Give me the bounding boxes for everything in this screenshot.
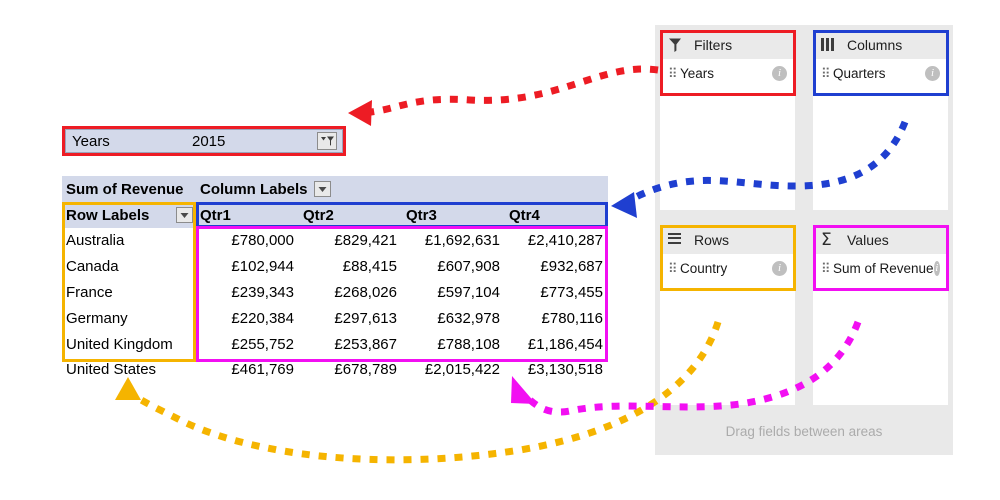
row-label-cell[interactable]: United Kingdom [62, 336, 196, 353]
field-chip-label: Years [680, 65, 715, 81]
data-cell: £3,130,518 [527, 361, 603, 379]
pivot-table: Sum of Revenue Column Labels Row Labels … [62, 176, 608, 383]
data-cell: £632,978 [437, 309, 500, 327]
connector-filters-arrowhead [348, 100, 372, 126]
field-chip-label: Country [680, 260, 728, 276]
table-row: United States £461,769 £678,789 £2,015,4… [62, 357, 608, 383]
sigma-icon: Σ [821, 229, 832, 250]
pivot-body: Australia £780,000 £829,421 £1,692,631 £… [62, 228, 608, 383]
hamburger-icon [668, 232, 688, 247]
row-labels-text: Row Labels [66, 206, 150, 224]
drag-fields-hint: Drag fields between areas [725, 423, 883, 439]
pivot-corner-label: Sum of Revenue [62, 176, 196, 202]
row-label-cell[interactable]: Germany [62, 310, 196, 327]
pivot-column-labels-header[interactable]: Column Labels [196, 176, 608, 202]
row-label-cell[interactable]: Canada [62, 258, 196, 275]
info-icon[interactable]: i [933, 260, 940, 276]
field-zone-filters-header: Filters [660, 30, 795, 59]
data-cell: £255,752 [231, 335, 294, 353]
data-cell: £788,108 [437, 335, 500, 353]
field-zone-title: Filters [694, 36, 733, 53]
data-cell: £220,384 [231, 309, 294, 327]
data-cell: £1,186,454 [527, 335, 603, 353]
years-filter-inner: Years 2015 [65, 129, 343, 153]
drag-grip-icon[interactable]: ⠿ [821, 67, 831, 80]
table-row: Australia £780,000 £829,421 £1,692,631 £… [62, 228, 608, 254]
table-row: Canada £102,944 £88,415 £607,908 £932,68… [62, 254, 608, 280]
pivot-col-header-qtr2[interactable]: Qtr2 [299, 202, 402, 228]
field-chip-quarters[interactable]: ⠿ Quarters i [813, 59, 948, 87]
data-cell: £253,867 [334, 335, 397, 353]
table-row: United Kingdom £255,752 £253,867 £788,10… [62, 331, 608, 357]
column-labels-text: Column Labels [200, 180, 308, 198]
field-zone-title: Values [847, 231, 889, 248]
data-cell: £297,613 [334, 309, 397, 327]
field-zone-filters[interactable]: Filters ⠿ Years i [660, 30, 795, 210]
data-cell: £780,000 [231, 232, 294, 250]
data-cell: £2,410,287 [527, 232, 603, 250]
field-zone-columns[interactable]: Columns ⠿ Quarters i [813, 30, 948, 210]
table-row: Germany £220,384 £297,613 £632,978 £780,… [62, 305, 608, 331]
data-cell: £780,116 [541, 309, 603, 327]
field-zone-rows[interactable]: Rows ⠿ Country i [660, 225, 795, 405]
pivot-header-row-2: Row Labels Qtr1 Qtr2 Qtr3 Qtr4 [62, 202, 608, 228]
info-icon[interactable]: i [772, 260, 787, 276]
pivot-row-labels-header[interactable]: Row Labels [62, 202, 196, 228]
field-zone-title: Rows [694, 231, 730, 248]
pivot-header-row-1: Sum of Revenue Column Labels [62, 176, 608, 202]
data-cell: £239,343 [231, 283, 294, 301]
data-cell: £461,769 [231, 361, 294, 379]
field-chip-sum-of-revenue[interactable]: ⠿ Sum of Revenue i [813, 254, 948, 282]
drag-grip-icon[interactable]: ⠿ [668, 262, 678, 275]
data-cell: £597,104 [437, 283, 500, 301]
table-row: France £239,343 £268,026 £597,104 £773,4… [62, 280, 608, 306]
field-zone-rows-header: Rows [660, 225, 795, 254]
connector-filters-path [361, 65, 659, 117]
years-filter-value: 2015 [192, 132, 226, 150]
row-label-cell[interactable]: United States [62, 361, 196, 378]
data-cell: £829,421 [334, 232, 397, 250]
field-zone-title: Columns [847, 36, 903, 53]
data-cell: £773,455 [540, 283, 603, 301]
funnel-icon [668, 37, 688, 52]
filter-dropdown-icon[interactable] [317, 132, 337, 150]
column-labels-filter-icon[interactable] [313, 181, 331, 197]
pivot-field-areas-panel: Filters ⠿ Years i Columns ⠿ Quarters i R… [655, 25, 953, 455]
data-cell: £268,026 [334, 283, 397, 301]
field-chip-years[interactable]: ⠿ Years i [660, 59, 795, 87]
data-cell: £932,687 [540, 258, 603, 276]
row-labels-filter-icon[interactable] [176, 207, 193, 223]
connector-columns-arrowhead [611, 192, 637, 218]
row-label-cell[interactable]: France [62, 284, 196, 301]
field-zone-columns-header: Columns [813, 30, 948, 59]
years-report-filter[interactable]: Years 2015 [62, 126, 346, 156]
field-zone-values-header: Σ Values [813, 225, 948, 254]
pivot-col-header-qtr1[interactable]: Qtr1 [196, 202, 299, 228]
data-cell: £102,944 [231, 258, 294, 276]
columns-icon [821, 38, 841, 51]
info-icon[interactable]: i [925, 65, 940, 81]
info-icon[interactable]: i [772, 65, 787, 81]
pivot-col-header-qtr3[interactable]: Qtr3 [402, 202, 505, 228]
data-cell: £88,415 [342, 258, 397, 276]
field-chip-label: Sum of Revenue [833, 260, 934, 276]
drag-grip-icon[interactable]: ⠿ [821, 262, 831, 275]
data-cell: £678,789 [334, 361, 397, 379]
years-filter-label: Years [72, 132, 110, 150]
data-cell: £607,908 [437, 258, 500, 276]
drag-grip-icon[interactable]: ⠿ [668, 67, 678, 80]
data-cell: £2,015,422 [424, 361, 500, 379]
row-label-cell[interactable]: Australia [62, 232, 196, 249]
data-cell: £1,692,631 [424, 232, 500, 250]
pivot-col-header-qtr4[interactable]: Qtr4 [505, 202, 608, 228]
field-zone-values[interactable]: Σ Values ⠿ Sum of Revenue i [813, 225, 948, 405]
field-chip-label: Quarters [833, 65, 886, 81]
field-chip-country[interactable]: ⠿ Country i [660, 254, 795, 282]
